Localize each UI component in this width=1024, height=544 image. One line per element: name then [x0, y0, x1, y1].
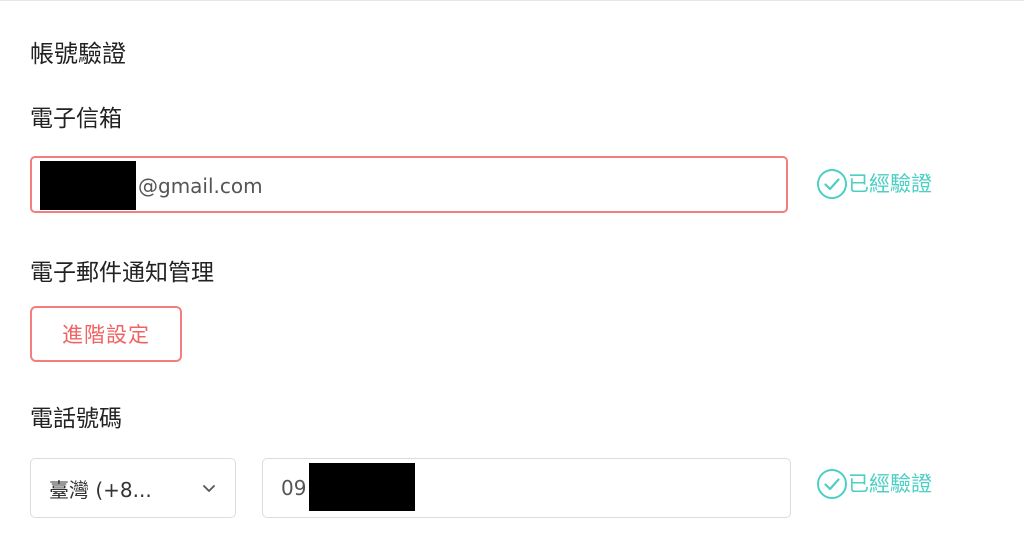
redacted-block [309, 463, 415, 511]
phone-number-value: 09 [281, 476, 307, 500]
phone-verified-label: 已經驗證 [848, 472, 932, 496]
email-verified-status: 已經驗證 [816, 168, 932, 200]
redacted-block [40, 161, 136, 210]
email-field[interactable]: @gmail.com [30, 156, 788, 213]
chevron-down-icon [203, 485, 215, 492]
email-value: @gmail.com [138, 174, 263, 198]
check-circle-icon [817, 469, 847, 499]
check-circle-icon [817, 169, 847, 199]
email-label: 電子信箱 [30, 106, 122, 132]
advanced-settings-button[interactable]: 進階設定 [30, 306, 182, 362]
country-code-select[interactable]: 臺灣 (+8... [30, 458, 236, 518]
top-divider [0, 0, 1024, 1]
email-notifications-label: 電子郵件通知管理 [30, 260, 214, 286]
phone-verified-status: 已經驗證 [816, 468, 932, 500]
email-verified-label: 已經驗證 [848, 172, 932, 196]
country-code-value: 臺灣 (+8... [49, 477, 152, 502]
phone-number-field[interactable]: 09 [262, 458, 791, 518]
phone-label: 電話號碼 [30, 406, 122, 432]
page-title: 帳號驗證 [30, 40, 126, 68]
